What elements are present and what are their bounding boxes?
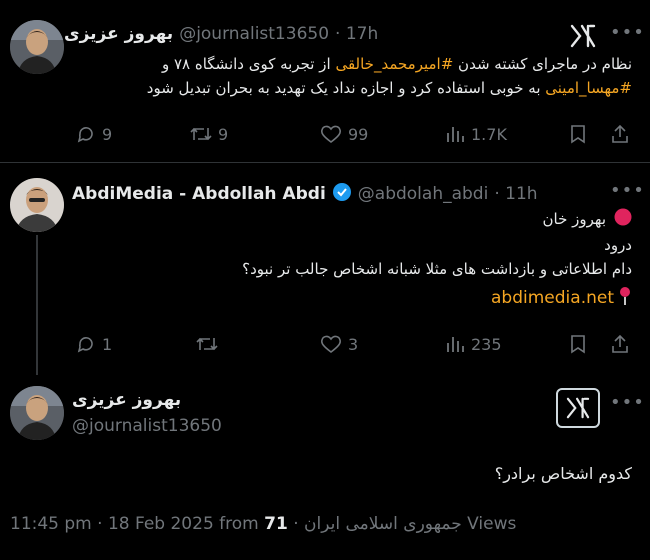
red-circle-icon bbox=[614, 208, 632, 230]
retweet-icon bbox=[190, 127, 212, 141]
display-name[interactable]: بهروز عزیزی bbox=[64, 24, 173, 44]
views-icon bbox=[447, 127, 464, 142]
view-count: 235 bbox=[471, 334, 502, 354]
retweet-count: 9 bbox=[218, 124, 229, 144]
more-icon[interactable]: ••• bbox=[610, 180, 645, 201]
bookmark-icon[interactable] bbox=[568, 334, 588, 358]
timestamp[interactable]: · 11h bbox=[494, 184, 537, 204]
reply-icon bbox=[77, 337, 93, 353]
handle[interactable]: @abdolah_abdi bbox=[358, 184, 489, 204]
hashtag[interactable]: #مهسا_امینی bbox=[545, 79, 632, 97]
tweet-meta: 11:45 pm · 18 Feb 2025 from جمهوری اسلام… bbox=[10, 514, 517, 534]
display-name[interactable]: AbdiMedia - Abdollah Abdi bbox=[72, 184, 326, 204]
reply-icon bbox=[77, 127, 93, 143]
tweet-text: کدوم اشخاص برادر؟ bbox=[494, 464, 632, 483]
avatar[interactable] bbox=[10, 386, 64, 440]
reply-count: 1 bbox=[102, 334, 113, 354]
source-location: جمهوری اسلامی ایران bbox=[304, 514, 462, 534]
pin-icon bbox=[618, 286, 632, 310]
view-count: 1.7K bbox=[471, 124, 507, 144]
thread-line bbox=[36, 235, 38, 375]
share-icon[interactable] bbox=[610, 334, 630, 358]
more-icon[interactable]: ••• bbox=[610, 392, 645, 413]
bookmark-icon[interactable] bbox=[568, 124, 588, 148]
external-link[interactable]: abdimedia.net bbox=[491, 288, 614, 308]
share-icon[interactable] bbox=[610, 124, 630, 148]
x-logo-icon bbox=[570, 24, 596, 52]
views-button[interactable]: 235 bbox=[445, 334, 502, 354]
reply-button[interactable]: 9 bbox=[76, 124, 112, 144]
avatar[interactable] bbox=[10, 20, 64, 74]
like-count: 3 bbox=[348, 334, 359, 354]
like-button[interactable]: 99 bbox=[320, 124, 368, 144]
tweet-text: بهروز خان درود دام اطلاعاتی و بازداشت ها… bbox=[242, 208, 632, 310]
x-logo-icon bbox=[556, 388, 600, 428]
reply-count: 9 bbox=[102, 124, 113, 144]
display-name[interactable]: بهروز عزیزی bbox=[72, 390, 181, 410]
like-count: 99 bbox=[348, 124, 369, 144]
like-button[interactable]: 3 bbox=[320, 334, 358, 354]
like-icon bbox=[320, 125, 342, 144]
more-icon[interactable]: ••• bbox=[610, 22, 645, 43]
handle[interactable]: @journalist13650 bbox=[179, 24, 329, 44]
handle[interactable]: @journalist13650 bbox=[72, 416, 222, 436]
like-icon bbox=[320, 335, 342, 354]
avatar[interactable] bbox=[10, 178, 64, 232]
views-button[interactable]: 1.7K bbox=[445, 124, 507, 144]
view-count: 71 bbox=[264, 514, 288, 534]
verified-badge-icon bbox=[332, 182, 352, 206]
tweet-text: نظام در ماجرای کشته شدن #امیرمحمد_خالقی … bbox=[146, 55, 632, 97]
divider bbox=[0, 162, 650, 163]
reply-button[interactable]: 1 bbox=[76, 334, 112, 354]
retweet-icon bbox=[196, 337, 218, 351]
retweet-button[interactable]: 9 bbox=[190, 124, 228, 144]
views-icon bbox=[447, 337, 464, 352]
retweet-button[interactable] bbox=[196, 334, 218, 354]
timestamp[interactable]: 11:45 pm · 18 Feb 2025 from bbox=[10, 514, 264, 534]
hashtag[interactable]: #امیرمحمد_خالقی bbox=[335, 55, 453, 73]
timestamp[interactable]: · 17h bbox=[335, 24, 378, 44]
